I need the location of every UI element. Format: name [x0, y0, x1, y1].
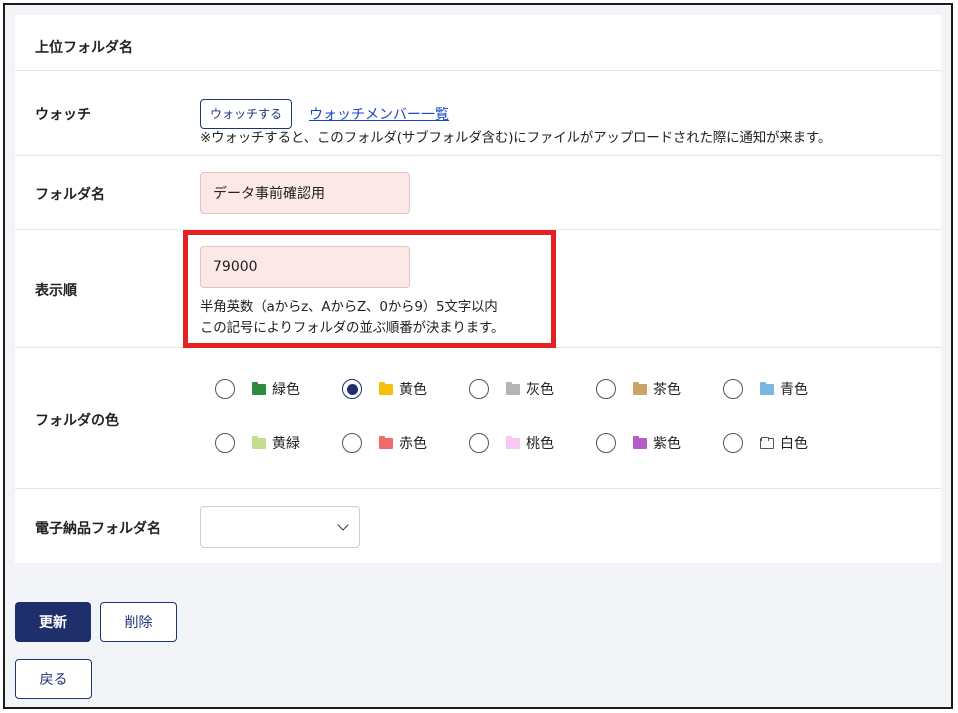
folder-icon [633, 435, 647, 449]
color-option-label: 緑色 [272, 382, 300, 398]
radio-purple[interactable] [596, 433, 616, 453]
color-option-label: 青色 [780, 382, 808, 398]
folder-icon [252, 435, 266, 449]
color-option-label: 白色 [780, 436, 808, 452]
color-option-blue[interactable]: 青色 [723, 377, 808, 401]
folder-icon [379, 435, 393, 449]
delete-button[interactable]: 削除 [100, 602, 177, 642]
folder-icon [252, 381, 266, 395]
watch-note: ※ウォッチすると、このフォルダ(サブフォルダ含む)にファイルがアップロードされた… [200, 130, 832, 146]
update-button[interactable]: 更新 [15, 602, 91, 642]
row-parent-folder: 上位フォルダ名 [15, 15, 941, 71]
radio-yellow[interactable] [342, 379, 362, 399]
color-option-green[interactable]: 緑色 [215, 377, 300, 401]
color-option-yellow[interactable]: 黄色 [342, 377, 427, 401]
app-frame: 上位フォルダ名 ウォッチ ウォッチする ウォッチメンバー一覧 ※ウォッチすると、… [3, 3, 953, 709]
row-delivery-folder: 電子納品フォルダ名 [15, 489, 941, 563]
folder-name-input[interactable] [200, 172, 410, 214]
radio-pink[interactable] [469, 433, 489, 453]
folder-icon [379, 381, 393, 395]
color-option-white[interactable]: 白色 [723, 431, 808, 455]
radio-gray[interactable] [469, 379, 489, 399]
color-option-brown[interactable]: 茶色 [596, 377, 681, 401]
folder-color-label: フォルダの色 [35, 413, 119, 429]
color-option-label: 桃色 [526, 436, 554, 452]
color-option-yellowgreen[interactable]: 黄緑 [215, 431, 300, 455]
color-option-label: 紫色 [653, 436, 681, 452]
radio-dot [346, 383, 358, 395]
folder-name-label: フォルダ名 [35, 187, 105, 203]
color-option-label: 灰色 [526, 382, 554, 398]
color-option-red[interactable]: 赤色 [342, 431, 427, 455]
folder-icon [760, 436, 774, 449]
parent-folder-label: 上位フォルダ名 [35, 40, 133, 56]
color-option-pink[interactable]: 桃色 [469, 431, 554, 455]
back-button[interactable]: 戻る [15, 659, 92, 699]
watch-label: ウォッチ [35, 107, 91, 123]
chevron-down-icon [337, 519, 349, 531]
radio-red[interactable] [342, 433, 362, 453]
color-option-gray[interactable]: 灰色 [469, 377, 554, 401]
row-folder-name: フォルダ名 [15, 156, 941, 230]
radio-blue[interactable] [723, 379, 743, 399]
watch-button[interactable]: ウォッチする [200, 99, 293, 129]
display-order-label: 表示順 [35, 283, 77, 299]
color-option-purple[interactable]: 紫色 [596, 431, 681, 455]
display-order-input[interactable] [200, 246, 410, 288]
display-order-help-line1: 半角英数（aからz、AからZ、0から9）5文字以内 [200, 299, 498, 315]
folder-icon [760, 381, 774, 395]
delivery-folder-label: 電子納品フォルダ名 [35, 521, 161, 537]
folder-icon [506, 435, 520, 449]
watch-members-link[interactable]: ウォッチメンバー一覧 [309, 104, 449, 124]
folder-edit-form: 上位フォルダ名 ウォッチ ウォッチする ウォッチメンバー一覧 ※ウォッチすると、… [15, 15, 941, 563]
row-folder-color: フォルダの色 [15, 348, 941, 489]
delivery-folder-select[interactable] [200, 506, 360, 548]
radio-green[interactable] [215, 379, 235, 399]
radio-brown[interactable] [596, 379, 616, 399]
color-option-label: 茶色 [653, 382, 681, 398]
color-option-label: 黄緑 [272, 436, 300, 452]
folder-icon [633, 381, 647, 395]
display-order-help-line2: この記号によりフォルダの並ぶ順番が決まります。 [200, 320, 505, 336]
color-option-label: 赤色 [399, 436, 427, 452]
radio-yellowgreen[interactable] [215, 433, 235, 453]
folder-icon [506, 381, 520, 395]
color-option-label: 黄色 [399, 382, 427, 398]
radio-white[interactable] [723, 433, 743, 453]
